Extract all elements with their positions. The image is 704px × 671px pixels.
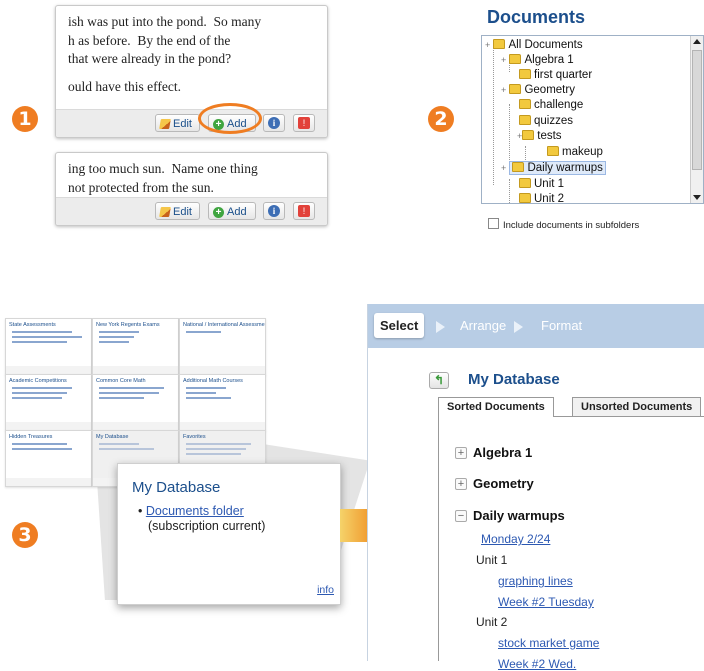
document-link[interactable]: graphing lines xyxy=(498,574,573,588)
pencil-icon xyxy=(159,207,171,218)
info-button[interactable]: i xyxy=(263,114,285,132)
tree-node[interactable]: + Geometry xyxy=(501,83,575,98)
tree-scrollbar[interactable] xyxy=(690,36,703,203)
step-arrow-icon xyxy=(514,321,523,333)
subfolder-label: Unit 1 xyxy=(476,553,508,567)
folder-icon xyxy=(547,146,559,156)
tree-node[interactable]: Unit 1 xyxy=(519,177,564,192)
step-select[interactable]: Select xyxy=(374,313,425,338)
group-geometry[interactable]: + Geometry xyxy=(455,476,534,491)
step-format[interactable]: Format xyxy=(541,318,582,333)
dashboard-tile: Hidden Treasures xyxy=(5,430,92,487)
edit-button[interactable]: Edit xyxy=(155,114,200,132)
step-number-3: 3 xyxy=(12,522,38,548)
flag-icon: ! xyxy=(298,205,310,217)
document-link[interactable]: stock market game xyxy=(498,636,599,650)
step-arrange[interactable]: Arrange xyxy=(460,318,506,333)
step-number-1: 1 xyxy=(12,106,38,132)
documents-title: Documents xyxy=(487,7,586,27)
info-button[interactable]: i xyxy=(263,202,285,220)
folder-icon xyxy=(522,130,535,140)
magnified-widget: My Database • Documents folder (subscrip… xyxy=(117,463,341,605)
folder-icon xyxy=(509,54,522,64)
dashboard-tile: National / International Assessments xyxy=(179,318,266,375)
tab-sorted-documents[interactable]: Sorted Documents xyxy=(438,397,554,417)
step-number-2: 2 xyxy=(428,106,454,132)
add-button[interactable]: + Add xyxy=(208,202,256,220)
up-folder-button[interactable]: ↰ xyxy=(429,372,449,389)
flag-button[interactable]: ! xyxy=(293,114,315,132)
widget-list-item: • Documents folder (subscription current… xyxy=(138,504,266,533)
folder-icon xyxy=(509,84,522,94)
scroll-down-arrow-icon[interactable] xyxy=(693,195,701,200)
organizer-panel: Select Arrange Format ↰ My Database Sort… xyxy=(367,304,704,671)
scroll-thumb[interactable] xyxy=(692,50,702,170)
info-icon: i xyxy=(268,205,280,217)
tree-node[interactable]: + All Documents xyxy=(485,38,583,53)
step-arrow-icon xyxy=(436,321,445,333)
scroll-up-arrow-icon[interactable] xyxy=(693,39,701,44)
folder-icon xyxy=(519,193,531,203)
step-header: Select Arrange Format xyxy=(368,304,704,348)
flag-button[interactable]: ! xyxy=(293,202,315,220)
edit-button[interactable]: Edit xyxy=(155,202,200,220)
collapse-icon[interactable]: − xyxy=(455,510,467,522)
folder-icon xyxy=(519,115,531,125)
folder-icon xyxy=(519,69,531,79)
highlight-ring xyxy=(198,103,262,134)
dashboard-tile: State Assessments xyxy=(5,318,92,375)
info-link[interactable]: info xyxy=(317,584,334,596)
document-link[interactable]: Monday 2/24 xyxy=(481,532,550,546)
folder-icon xyxy=(519,178,531,188)
folder-icon xyxy=(512,162,525,172)
tree-node[interactable]: challenge xyxy=(519,98,583,113)
info-icon: i xyxy=(268,117,280,129)
tab-bar: Sorted Documents Unsorted Documents xyxy=(438,397,704,417)
question-card: ing too much sun. Name one thing not prot… xyxy=(55,152,328,226)
checkbox-box[interactable] xyxy=(488,218,499,229)
dashboard-tile: Academic Competitions xyxy=(5,374,92,431)
folder-icon xyxy=(493,39,506,49)
tree-node[interactable]: makeup xyxy=(547,145,603,160)
expand-icon[interactable]: + xyxy=(455,447,467,459)
document-tree[interactable]: + All Documents + Algebra 1 first quarte… xyxy=(481,35,704,204)
tree-node[interactable]: Unit 2 xyxy=(519,192,564,203)
group-algebra-1[interactable]: + Algebra 1 xyxy=(455,445,532,460)
sorted-list: + Algebra 1 + Geometry − Daily warmups Mond… xyxy=(438,417,704,671)
question-card: ish was put into the pond. So many h as b… xyxy=(55,5,328,138)
question-text: ing too much sun. Name one thing not prot… xyxy=(68,161,258,195)
group-daily-warmups[interactable]: − Daily warmups xyxy=(455,508,565,523)
include-subfolders-checkbox[interactable]: Include documents in subfolders xyxy=(488,218,639,231)
pencil-icon xyxy=(159,119,171,130)
plus-icon: + xyxy=(213,206,224,218)
tree-node[interactable]: + Algebra 1 xyxy=(501,53,574,68)
tree-node-selected[interactable]: + Daily warmups xyxy=(501,161,606,176)
tree-node[interactable]: + tests xyxy=(517,129,562,144)
flag-icon: ! xyxy=(298,117,310,129)
card-toolbar: Edit + Add i ! xyxy=(56,197,327,225)
tab-unsorted-documents[interactable]: Unsorted Documents xyxy=(572,397,702,416)
subfolder-label: Unit 2 xyxy=(476,615,508,629)
folder-icon xyxy=(519,99,531,109)
tree-node[interactable]: first quarter xyxy=(519,68,592,83)
document-link[interactable]: Week #2 Tuesday xyxy=(498,595,594,609)
expand-icon[interactable]: + xyxy=(455,478,467,490)
dashboard-tile: Additional Math Courses xyxy=(179,374,266,431)
tree-node[interactable]: quizzes xyxy=(519,114,573,129)
dashboard-tile: New York Regents Exams xyxy=(92,318,179,375)
dashboard-tile: Common Core Math xyxy=(92,374,179,431)
widget-title: My Database xyxy=(132,479,221,496)
question-text: ish was put into the pond. So many h as b… xyxy=(68,14,262,94)
database-title: My Database xyxy=(468,371,560,388)
documents-folder-link[interactable]: Documents folder xyxy=(146,504,244,518)
card-toolbar: Edit + Add i ! xyxy=(56,109,327,137)
document-link[interactable]: Week #2 Wed. xyxy=(498,657,576,671)
